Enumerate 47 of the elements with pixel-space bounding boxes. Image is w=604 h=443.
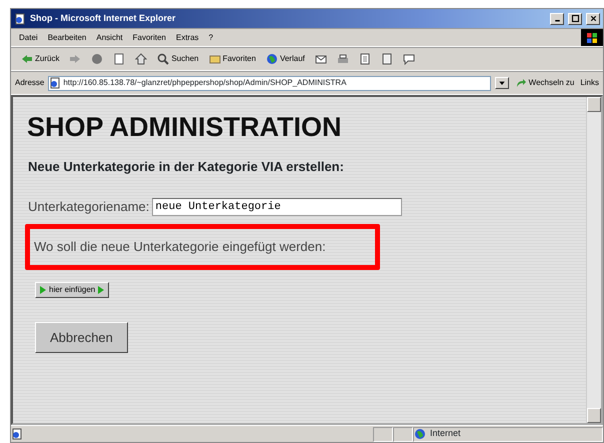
links-button[interactable]: Links (580, 77, 599, 89)
close-button[interactable] (586, 12, 600, 24)
envelope-icon[interactable] (314, 53, 327, 65)
dropdown-button[interactable] (494, 77, 509, 89)
prompt-text: Wo soll die neue Unterkategorie eingefügt werden: (25, 224, 380, 270)
address-field[interactable]: http://160.85.138.78/~glanzret/phpeppershop/shop/Admin/SHOP_ADMINISTRA (48, 76, 491, 90)
page-icon (14, 12, 26, 24)
toolbar-button[interactable]: Zurück (19, 53, 62, 65)
toolbar-button[interactable]: Favoriten (206, 53, 258, 65)
insert-button[interactable]: hier einfügen (35, 282, 110, 298)
menu-item[interactable]: Ansicht (96, 32, 123, 44)
globe-icon (266, 53, 278, 65)
toolbar-button[interactable]: Suchen (155, 53, 201, 65)
zone-label: Internet (430, 427, 461, 440)
page-icon (11, 428, 23, 440)
globe-icon (414, 428, 426, 440)
menu-item[interactable]: Favoriten (132, 32, 166, 44)
printer-icon[interactable] (336, 53, 349, 65)
arrow-icon (514, 77, 527, 89)
close-icon (588, 14, 598, 23)
windows-logo-icon (581, 29, 603, 46)
menu-item[interactable]: Extras (176, 32, 199, 44)
house-icon[interactable] (135, 53, 148, 65)
document-icon[interactable] (380, 53, 393, 65)
address-label: Adresse (15, 77, 44, 89)
speech-bubble-icon[interactable] (402, 53, 415, 65)
status-panel (373, 426, 393, 442)
minimize-button[interactable] (550, 12, 564, 24)
window-title: Shop - Microsoft Internet Explorer (30, 12, 177, 25)
menu-item[interactable]: Datei (19, 32, 38, 44)
page-icon (49, 77, 62, 89)
name-input-field[interactable]: neue Unterkategorie (152, 198, 402, 216)
back-arrow-icon (21, 53, 33, 65)
maximize-button[interactable] (568, 12, 582, 24)
menu-item[interactable]: Bearbeiten (48, 32, 86, 44)
menu-item[interactable]: ? (208, 32, 214, 44)
go-button[interactable]: Wechseln zu (512, 77, 576, 89)
field-label: Unterkategoriename: (28, 198, 150, 216)
cancel-button[interactable]: Abbrechen (35, 322, 128, 354)
page-heading: SHOP ADMINISTRATION (27, 111, 343, 144)
subheading: Neue Unterkategorie in der Kategorie VIA erstellen: (28, 158, 345, 176)
folder-icon (208, 53, 221, 65)
scrollbar[interactable] (586, 97, 601, 423)
maximize-icon (570, 14, 580, 23)
notepad-icon[interactable] (358, 53, 371, 65)
search-icon (157, 53, 170, 65)
toolbar-button[interactable]: Verlauf (264, 53, 307, 65)
